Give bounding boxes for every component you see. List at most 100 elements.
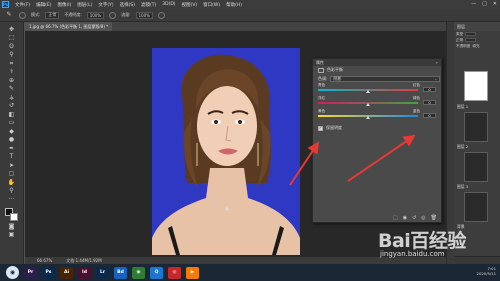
color-swatches[interactable] [4,207,19,222]
marquee-tool-icon[interactable]: ⬚ [7,35,17,42]
taskbar-app-chrome[interactable]: ◎ [168,266,181,279]
taskbar-app-indesign[interactable]: Id [78,266,91,279]
minimize-button[interactable]: — [471,1,476,7]
close-button[interactable]: ✕ [493,1,497,7]
quick-mask-icon[interactable]: ◙ [7,223,17,230]
dodge-tool-icon[interactable]: ● [7,137,17,144]
blur-tool-icon[interactable]: ◆ [7,128,17,135]
layer-name[interactable]: 背景 [457,224,465,230]
move-tool-icon[interactable]: ✥ [7,26,17,33]
maximize-button[interactable]: □ [482,1,487,7]
layer-thumbnail[interactable] [464,152,488,182]
layer-kind-filter[interactable] [465,32,477,36]
layer-thumbnail[interactable] [464,112,488,142]
pressure-opacity-icon[interactable] [109,11,117,19]
tone-select[interactable]: 阴影 ⌄ [330,75,441,82]
properties-footer: ⬚ ◉ ↺ ◎ 🗑 [313,213,441,222]
slider-value-field[interactable]: 0 [423,113,436,118]
trash-icon[interactable]: 🗑 [431,215,437,221]
document-tab[interactable]: 1.jpg @ 66.7% (色彩平衡 1, 图层蒙版/8) * [25,22,113,31]
reset-icon[interactable]: ↺ [412,215,416,221]
menu-help[interactable]: 帮助(H) [226,2,242,8]
flow-label: 流量: [121,12,131,17]
slider-thumb[interactable] [366,90,370,93]
clip-to-layer-icon[interactable]: ⬚ [393,215,398,221]
eraser-tool-icon[interactable]: ◧ [7,111,17,118]
layer-opacity-field[interactable] [465,38,477,42]
blend-mode-label[interactable]: 正常 [456,38,463,43]
menu-select[interactable]: 选择(S) [120,2,135,8]
menu-layer[interactable]: 图层(L) [77,2,92,8]
airbrush-icon[interactable] [157,11,165,19]
opacity-field[interactable]: 100% [86,11,105,19]
brush-tool-icon[interactable]: ✎ [4,12,14,19]
screen-mode-icon[interactable]: ▣ [7,232,17,239]
menu-window[interactable]: 窗口(W) [203,2,220,8]
menu-edit[interactable]: 编辑(E) [36,2,51,8]
preserve-luminosity-label: 保留明度 [326,125,342,130]
clone-stamp-tool-icon[interactable]: ⚶ [7,94,17,101]
path-select-tool-icon[interactable]: ➤ [7,162,17,169]
taskbar-clock[interactable]: 7:01 2020/5/11 [477,266,496,276]
menu-filter[interactable]: 滤镜(T) [141,2,156,8]
brush-tool-side-icon[interactable]: ✎ [7,86,17,93]
window-controls: — □ ✕ [471,1,497,7]
gradient-tool-icon[interactable]: ▭ [7,120,17,127]
healing-brush-tool-icon[interactable]: ⊕ [7,77,17,84]
taskbar-app-player[interactable]: ▶ [186,266,199,279]
quick-select-tool-icon[interactable]: ⚲ [7,52,17,59]
type-tool-icon[interactable]: T [7,154,17,161]
tone-value: 阴影 [333,75,342,81]
taskbar-app-illustrator[interactable]: Ai [60,266,73,279]
background-color-swatch[interactable] [9,212,18,221]
view-previous-icon[interactable]: ◉ [403,215,407,221]
taskbar-app-qq[interactable]: Q [150,266,163,279]
layers-panel-header[interactable]: 图层 [454,22,500,31]
magenta-green-slider[interactable]: 洋红 绿色 0 [318,96,436,109]
eyedropper-tool-icon[interactable]: ⚕ [7,69,17,76]
taskbar-app-photoshop[interactable]: Ps [42,266,55,279]
visibility-icon[interactable]: ◎ [421,215,425,221]
layer-name[interactable]: 图层 1 [457,104,468,110]
start-button-icon[interactable]: ◉ [6,266,19,279]
menu-type[interactable]: 文字(Y) [98,2,113,8]
mode-select[interactable]: 正常 [45,11,60,19]
slider-thumb[interactable] [366,103,370,106]
properties-title-label: 属性 [316,59,324,65]
history-brush-tool-icon[interactable]: ↺ [7,103,17,110]
layer-kind-label[interactable]: 类型 [456,32,463,37]
more-tools-icon[interactable]: ··· [7,196,17,203]
menu-view[interactable]: 视图(V) [182,2,198,8]
hand-tool-icon[interactable]: ✋ [7,179,17,186]
zoom-tool-icon[interactable]: ⚲ [7,188,17,195]
taskbar-app-lightroom[interactable]: Lr [96,266,109,279]
menu-file[interactable]: 文件(F) [15,2,30,8]
collapse-panel-icon[interactable]: » [436,60,438,65]
slider-value-field[interactable]: 0 [423,100,436,105]
taskbar-app-baidu[interactable]: Bd [114,266,127,279]
yellow-blue-slider[interactable]: 黄色 蓝色 0 [318,109,436,122]
preserve-luminosity-checkbox[interactable]: ✓ [318,125,323,131]
flow-field[interactable]: 100% [135,11,153,19]
menu-image[interactable]: 图像(I) [57,2,71,8]
document-info[interactable]: 文档:1.44M/1.92M [66,258,101,264]
layer-mask-thumbnail[interactable] [464,71,488,101]
taskbar-app-premiere[interactable]: Pr [24,266,37,279]
collapsed-panel-strip[interactable] [446,22,454,264]
pen-tool-icon[interactable]: ✒ [7,145,17,152]
taskbar-app-green[interactable]: ◉ [132,266,145,279]
zoom-level[interactable]: 66.67% [37,258,52,263]
layer-thumbnail[interactable] [464,192,488,222]
layer-name[interactable]: 图层 3 [457,184,468,190]
menu-3d[interactable]: 3D(D) [162,2,175,7]
layer-name[interactable]: 图层 2 [457,144,468,150]
layer-opacity-label: 不透明度 [456,43,471,48]
properties-panel-title[interactable]: 属性 » [313,59,441,66]
brush-preset-icon[interactable] [19,11,26,19]
shape-tool-icon[interactable]: ▢ [7,171,17,178]
lasso-tool-icon[interactable]: ʘ [7,43,17,50]
cyan-red-slider[interactable]: 青色 红色 0 [318,83,436,96]
slider-thumb[interactable] [366,116,370,119]
crop-tool-icon[interactable]: ⌗ [7,60,17,67]
slider-value-field[interactable]: 0 [423,87,436,92]
